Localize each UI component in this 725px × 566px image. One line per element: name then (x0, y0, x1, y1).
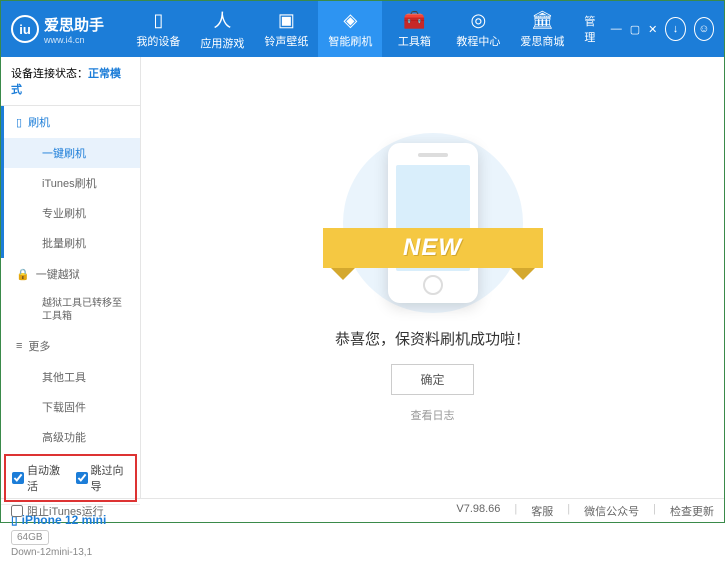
app-header: iu 爱思助手 www.i4.cn ▯ 我的设备 人应用游戏 ▣ 铃声壁纸 ◈ 智能刷… (1, 1, 724, 57)
user-icon[interactable]: ☺ (694, 17, 714, 41)
section-label: 刷机 (28, 114, 50, 130)
sidebar-header-more[interactable]: ≡ 更多 (4, 330, 140, 362)
list-icon: ≡ (16, 340, 22, 352)
version-text: V7.98.66 (456, 503, 500, 519)
tab-label: 爱思商城 (520, 33, 564, 49)
section-label: 一键越狱 (36, 266, 80, 282)
store-icon: 🏛 (531, 10, 554, 31)
sidebar-item-itunes[interactable]: iTunes刷机 (4, 168, 140, 198)
sidebar-item-download[interactable]: 下载固件 (4, 392, 140, 422)
maximize-icon[interactable]: ▢ (630, 23, 640, 36)
logo-icon: iu (11, 15, 39, 43)
ok-button[interactable]: 确定 (391, 364, 473, 395)
sidebar-header-flash[interactable]: ▯ 刷机 (4, 106, 140, 138)
checkbox-auto-activate[interactable]: 自动激活 (12, 462, 66, 494)
success-illustration: NEW (323, 133, 543, 313)
checkbox-skip-guide[interactable]: 跳过向导 (76, 462, 130, 494)
checkbox-input[interactable] (11, 505, 23, 517)
book-icon: ◎ (471, 10, 487, 31)
toolbox-icon: 🧰 (403, 10, 425, 31)
tab-ringtones[interactable]: ▣ 铃声壁纸 (254, 1, 318, 57)
storage-badge: 64GB (11, 530, 49, 545)
sidebar: 设备连接状态：正常模式 ▯ 刷机 一键刷机 iTunes刷机 专业刷机 批量刷机… (1, 57, 141, 498)
tab-store[interactable]: 🏛 爱思商城 (510, 1, 574, 57)
update-link[interactable]: 检查更新 (670, 503, 714, 519)
close-icon[interactable]: ✕ (648, 23, 657, 36)
checkbox-input[interactable] (12, 472, 24, 484)
wallpaper-icon: ▣ (278, 10, 295, 31)
tab-label: 教程中心 (456, 33, 500, 49)
sidebar-section-jailbreak: 🔒 一键越狱 越狱工具已转移至工具箱 (1, 258, 140, 330)
sidebar-section-flash: ▯ 刷机 一键刷机 iTunes刷机 专业刷机 批量刷机 (1, 106, 140, 258)
logo-area: iu 爱思助手 www.i4.cn (1, 14, 126, 45)
sidebar-item-batch[interactable]: 批量刷机 (4, 228, 140, 258)
download-icon[interactable]: ↓ (665, 17, 685, 41)
sidebar-item-pro[interactable]: 专业刷机 (4, 198, 140, 228)
checkbox-label: 自动激活 (27, 462, 66, 494)
separator: | (514, 503, 517, 519)
lock-icon: 🔒 (16, 268, 30, 281)
sidebar-header-jailbreak[interactable]: 🔒 一键越狱 (4, 258, 140, 290)
nav-tabs: ▯ 我的设备 人应用游戏 ▣ 铃声壁纸 ◈ 智能刷机 🧰 工具箱 ◎ 教程中心 🏛 爱思商城 (126, 1, 574, 57)
tab-label: 应用游戏 (200, 35, 244, 51)
minimize-icon[interactable]: — (611, 23, 622, 35)
success-message: 恭喜您，保资料刷机成功啦！ (335, 328, 530, 349)
connection-status: 设备连接状态：正常模式 (1, 57, 140, 106)
jailbreak-note: 越狱工具已转移至工具箱 (4, 290, 140, 330)
wechat-link[interactable]: 微信公众号 (584, 503, 639, 519)
sidebar-item-advanced[interactable]: 高级功能 (4, 422, 140, 452)
section-label: 更多 (28, 338, 50, 354)
checkbox-input[interactable] (76, 472, 88, 484)
app-name: 爱思助手 (44, 14, 104, 35)
phone-icon: ▯ (153, 10, 163, 31)
window-controls: 管理 — ▢ ✕ ↓ ☺ (574, 13, 724, 45)
app-url: www.i4.cn (44, 35, 104, 45)
view-log-link[interactable]: 查看日志 (411, 407, 455, 423)
checkbox-label: 阻止iTunes运行 (27, 503, 104, 519)
tab-apps[interactable]: 人应用游戏 (190, 1, 254, 57)
tab-smart-flash[interactable]: ◈ 智能刷机 (318, 1, 382, 57)
device-model: Down-12mini-13,1 (11, 547, 130, 558)
checkbox-block-itunes[interactable]: 阻止iTunes运行 (11, 503, 104, 519)
separator: | (653, 503, 656, 519)
menu-icon[interactable]: 管理 (584, 13, 602, 45)
phone-icon: ▯ (16, 116, 22, 129)
tab-label: 我的设备 (136, 33, 180, 49)
support-link[interactable]: 客服 (531, 503, 553, 519)
tab-label: 智能刷机 (328, 33, 372, 49)
sidebar-item-oneclick[interactable]: 一键刷机 (4, 138, 140, 168)
ribbon-text: NEW (403, 234, 462, 262)
main-content: NEW 恭喜您，保资料刷机成功啦！ 确定 查看日志 (141, 57, 724, 498)
tab-tutorials[interactable]: ◎ 教程中心 (446, 1, 510, 57)
flash-icon: ◈ (343, 10, 357, 31)
tab-label: 铃声壁纸 (264, 33, 308, 49)
conn-label: 设备连接状态： (11, 68, 88, 80)
apps-icon: 人 (213, 7, 231, 33)
options-highlight-box: 自动激活 跳过向导 (4, 454, 137, 502)
tab-my-device[interactable]: ▯ 我的设备 (126, 1, 190, 57)
sidebar-section-more: ≡ 更多 其他工具 下载固件 高级功能 (1, 330, 140, 452)
sidebar-item-other[interactable]: 其他工具 (4, 362, 140, 392)
tab-toolbox[interactable]: 🧰 工具箱 (382, 1, 446, 57)
tab-label: 工具箱 (398, 33, 431, 49)
separator: | (567, 503, 570, 519)
checkbox-label: 跳过向导 (91, 462, 130, 494)
